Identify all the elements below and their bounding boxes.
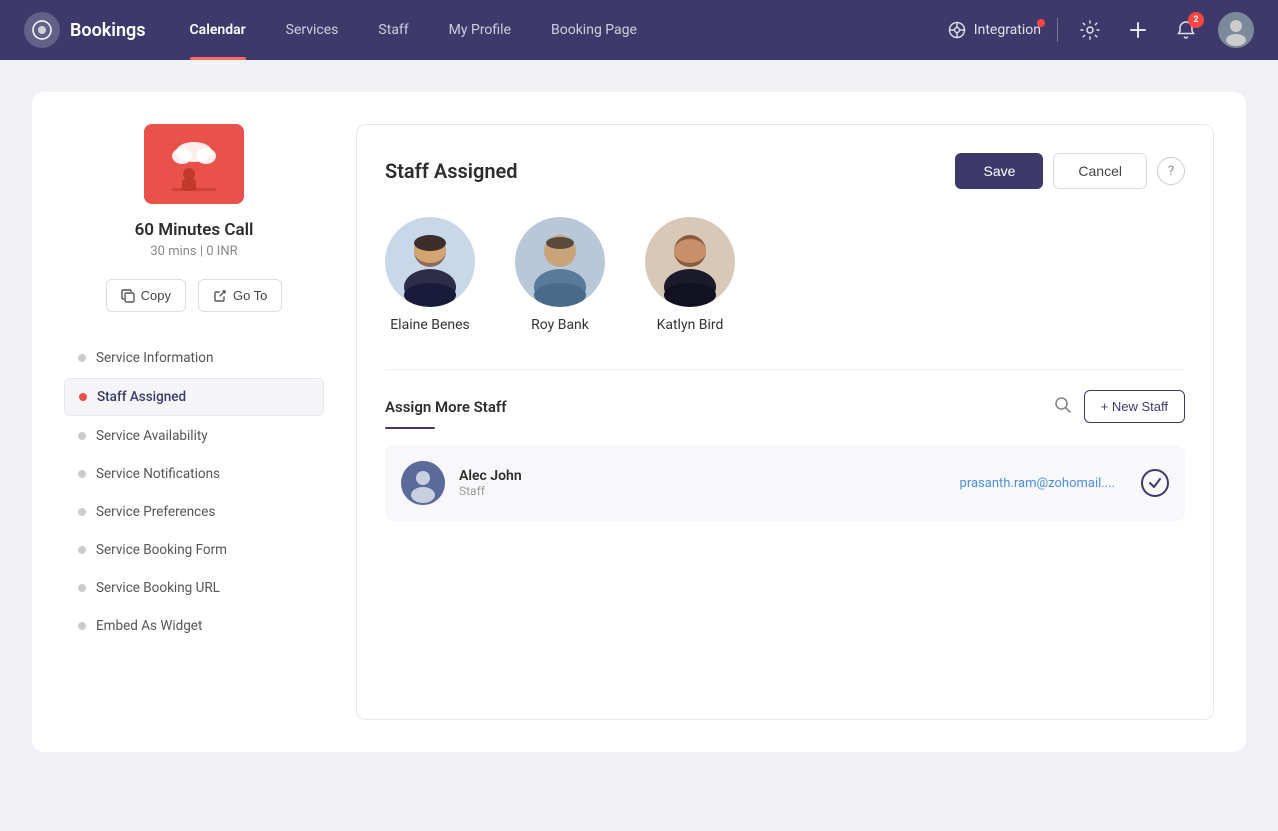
sidebar-item-booking-form[interactable]: Service Booking Form — [64, 532, 324, 568]
nav-services[interactable]: Services — [266, 0, 359, 60]
panel-title: Staff Assigned — [385, 159, 518, 183]
content-card: 60 Minutes Call 30 mins | 0 INR Copy Go … — [32, 92, 1246, 752]
sidebar-label-embed-widget: Embed As Widget — [96, 618, 202, 634]
action-buttons: Copy Go To — [106, 279, 283, 312]
settings-button[interactable] — [1074, 14, 1106, 46]
nav-calendar[interactable]: Calendar — [170, 0, 266, 60]
cancel-button[interactable]: Cancel — [1053, 153, 1147, 189]
staff-list-avatar-alec — [401, 461, 445, 505]
staff-avatar-katlyn — [645, 217, 735, 307]
staff-name-roy: Roy Bank — [531, 317, 589, 333]
nav-myprofile[interactable]: My Profile — [429, 0, 531, 60]
sidebar-item-embed-widget[interactable]: Embed As Widget — [64, 608, 324, 644]
panel-actions: Save Cancel ? — [955, 153, 1185, 189]
avatar-image — [1218, 12, 1254, 48]
logo[interactable]: Bookings — [24, 12, 146, 48]
nav-staff[interactable]: Staff — [358, 0, 428, 60]
sidebar-nav: Service Information Staff Assigned Servi… — [64, 340, 324, 644]
staff-avatar-roy — [515, 217, 605, 307]
staff-list-role-alec: Staff — [459, 484, 946, 498]
staff-name-katlyn: Katlyn Bird — [657, 317, 724, 333]
notification-badge: 2 — [1188, 12, 1204, 28]
copy-button[interactable]: Copy — [106, 279, 186, 312]
assign-more-section: Assign More Staff + New Staff — [385, 369, 1185, 521]
user-avatar[interactable] — [1218, 12, 1254, 48]
right-panel: Staff Assigned Save Cancel ? — [356, 124, 1214, 720]
plus-icon — [1128, 20, 1148, 40]
assigned-staff-list: Elaine Benes Roy Bank — [385, 217, 1185, 333]
goto-label: Go To — [233, 288, 267, 303]
service-name: 60 Minutes Call — [135, 220, 254, 240]
panel-header: Staff Assigned Save Cancel ? — [385, 153, 1185, 189]
sidebar-label-preferences: Service Preferences — [96, 504, 215, 520]
main-nav: Calendar Services Staff My Profile Booki… — [170, 0, 948, 60]
nav-bookingpage[interactable]: Booking Page — [531, 0, 657, 60]
staff-select-check-alec[interactable] — [1141, 469, 1169, 497]
assign-header: Assign More Staff + New Staff — [385, 390, 1185, 423]
staff-list-email-alec: prasanth.ram@zohomail.... — [960, 476, 1115, 491]
save-button[interactable]: Save — [955, 153, 1043, 189]
sidebar-item-notifications[interactable]: Service Notifications — [64, 456, 324, 492]
sidebar-label-availability: Service Availability — [96, 428, 208, 444]
header-right: Integration 2 — [948, 12, 1254, 48]
nav-dot — [78, 354, 86, 362]
main-content: 60 Minutes Call 30 mins | 0 INR Copy Go … — [0, 60, 1278, 831]
assign-more-title: Assign More Staff — [385, 398, 507, 416]
header-divider — [1057, 18, 1058, 42]
nav-dot — [78, 622, 86, 630]
sidebar-label-booking-url: Service Booking URL — [96, 580, 220, 596]
service-illustration — [144, 124, 244, 204]
sidebar-label-staff-assigned: Staff Assigned — [97, 389, 186, 405]
integration-label: Integration — [974, 22, 1041, 38]
staff-list-avatar-image — [401, 461, 445, 505]
staff-card-roy[interactable]: Roy Bank — [515, 217, 605, 333]
assign-underline — [385, 427, 435, 429]
sidebar-item-preferences[interactable]: Service Preferences — [64, 494, 324, 530]
assign-header-actions: + New Staff — [1054, 390, 1185, 423]
header: Bookings Calendar Services Staff My Prof… — [0, 0, 1278, 60]
nav-dot — [78, 546, 86, 554]
integration-button[interactable]: Integration — [948, 21, 1041, 39]
sidebar-label-notifications: Service Notifications — [96, 466, 220, 482]
gear-icon — [1080, 20, 1100, 40]
staff-avatar-elaine — [385, 217, 475, 307]
search-icon — [1054, 396, 1072, 414]
nav-dot — [78, 508, 86, 516]
sidebar-item-service-info[interactable]: Service Information — [64, 340, 324, 376]
goto-button[interactable]: Go To — [198, 279, 282, 312]
nav-dot-active — [79, 393, 87, 401]
goto-icon — [213, 289, 227, 303]
add-button[interactable] — [1122, 14, 1154, 46]
logo-icon — [24, 12, 60, 48]
copy-icon — [121, 289, 135, 303]
sidebar-label-service-info: Service Information — [96, 350, 213, 366]
copy-label: Copy — [141, 288, 171, 303]
logo-text: Bookings — [70, 20, 146, 41]
sidebar-label-booking-form: Service Booking Form — [96, 542, 227, 558]
integration-dot — [1037, 19, 1045, 27]
notifications-button[interactable]: 2 — [1170, 14, 1202, 46]
sidebar-item-availability[interactable]: Service Availability — [64, 418, 324, 454]
staff-list-name-alec: Alec John — [459, 468, 946, 484]
nav-dot — [78, 584, 86, 592]
staff-name-elaine: Elaine Benes — [390, 317, 470, 333]
left-panel: 60 Minutes Call 30 mins | 0 INR Copy Go … — [64, 124, 324, 720]
nav-dot — [78, 470, 86, 478]
service-meta: 30 mins | 0 INR — [150, 244, 237, 259]
staff-card-katlyn[interactable]: Katlyn Bird — [645, 217, 735, 333]
staff-card-elaine[interactable]: Elaine Benes — [385, 217, 475, 333]
help-button[interactable]: ? — [1157, 157, 1185, 185]
check-icon — [1148, 476, 1162, 490]
sidebar-item-staff-assigned[interactable]: Staff Assigned — [64, 378, 324, 416]
integration-icon — [948, 21, 966, 39]
staff-list-item[interactable]: Alec John Staff prasanth.ram@zohomail...… — [385, 445, 1185, 521]
new-staff-button[interactable]: + New Staff — [1084, 390, 1185, 423]
search-button[interactable] — [1054, 396, 1072, 418]
service-thumbnail — [144, 124, 244, 204]
staff-list-info-alec: Alec John Staff — [459, 468, 946, 498]
nav-dot — [78, 432, 86, 440]
sidebar-item-booking-url[interactable]: Service Booking URL — [64, 570, 324, 606]
